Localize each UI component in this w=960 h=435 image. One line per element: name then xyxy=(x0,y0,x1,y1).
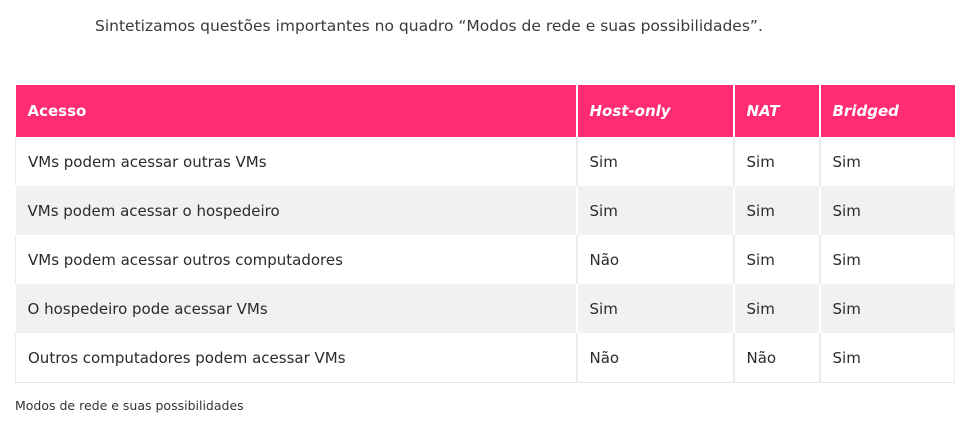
cell-host-only: Sim xyxy=(575,137,734,186)
cell-acesso: VMs podem acessar o hospedeiro xyxy=(15,186,577,235)
intro-paragraph: Sintetizamos questões importantes no qua… xyxy=(95,17,763,35)
cell-bridged: Sim xyxy=(818,333,955,383)
cell-bridged: Sim xyxy=(818,137,955,186)
header-bridged: Bridged xyxy=(818,85,955,137)
cell-bridged: Sim xyxy=(818,284,955,333)
cell-acesso: Outros computadores podem acessar VMs xyxy=(15,333,577,383)
cell-nat: Sim xyxy=(732,235,820,284)
cell-nat: Sim xyxy=(732,137,820,186)
table-row: VMs podem acessar outros computadores Nã… xyxy=(15,235,955,284)
table-header-row: Acesso Host-only NAT Bridged xyxy=(15,85,955,137)
cell-host-only: Não xyxy=(575,235,734,284)
header-host-only: Host-only xyxy=(575,85,734,137)
table-row: O hospedeiro pode acessar VMs Sim Sim Si… xyxy=(15,284,955,333)
cell-acesso: O hospedeiro pode acessar VMs xyxy=(15,284,577,333)
cell-host-only: Não xyxy=(575,333,734,383)
cell-host-only: Sim xyxy=(575,186,734,235)
table-row: VMs podem acessar outras VMs Sim Sim Sim xyxy=(15,137,955,186)
network-modes-table: Acesso Host-only NAT Bridged VMs podem a… xyxy=(15,85,955,383)
table-row: Outros computadores podem acessar VMs Nã… xyxy=(15,333,955,383)
header-acesso: Acesso xyxy=(15,85,577,137)
cell-nat: Sim xyxy=(732,186,820,235)
cell-acesso: VMs podem acessar outros computadores xyxy=(15,235,577,284)
table: Acesso Host-only NAT Bridged VMs podem a… xyxy=(15,85,955,383)
cell-bridged: Sim xyxy=(818,235,955,284)
table-row: VMs podem acessar o hospedeiro Sim Sim S… xyxy=(15,186,955,235)
header-nat: NAT xyxy=(732,85,820,137)
table-caption: Modos de rede e suas possibilidades xyxy=(15,398,244,413)
cell-acesso: VMs podem acessar outras VMs xyxy=(15,137,577,186)
cell-nat: Não xyxy=(732,333,820,383)
cell-nat: Sim xyxy=(732,284,820,333)
cell-host-only: Sim xyxy=(575,284,734,333)
cell-bridged: Sim xyxy=(818,186,955,235)
